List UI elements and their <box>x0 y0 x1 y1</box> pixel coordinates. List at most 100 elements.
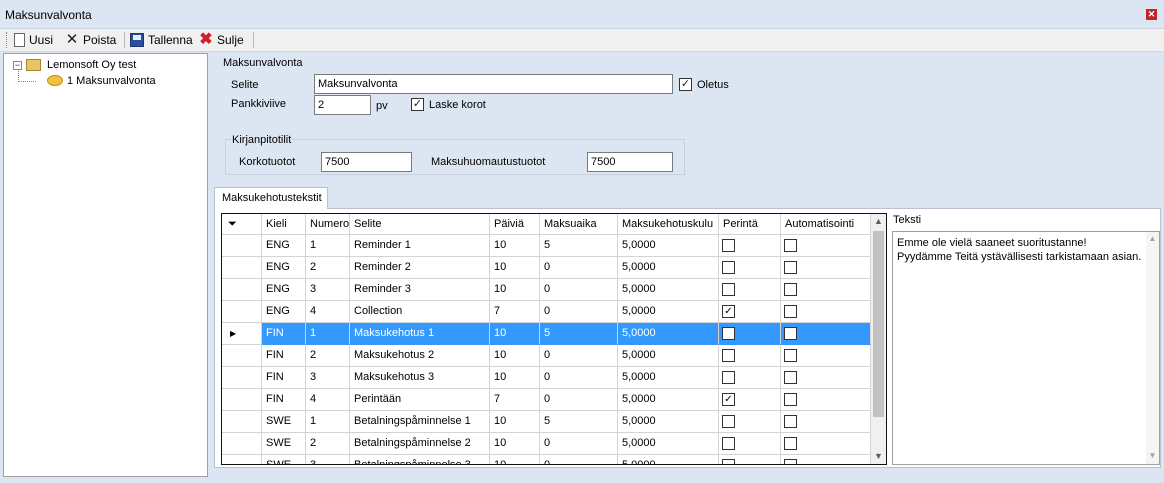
delete-button[interactable]: ✕ Poista <box>65 32 117 48</box>
auto-checkbox[interactable] <box>784 283 797 296</box>
auto-checkbox[interactable] <box>784 393 797 406</box>
column-header-selite[interactable]: Selite <box>350 214 490 235</box>
grid-vertical-scrollbar[interactable]: ▲ ▼ <box>871 214 886 464</box>
table-cell-selite: Reminder 1 <box>350 235 490 257</box>
column-header-paivia[interactable]: Päiviä <box>490 214 540 235</box>
table-cell-kieli: SWE <box>262 455 306 464</box>
auto-checkbox[interactable] <box>784 239 797 252</box>
table-cell-perinta: ✓ <box>719 389 781 411</box>
row-header[interactable]: ▶ <box>222 323 262 345</box>
grid-select-all-header[interactable]: ⏷ <box>222 214 262 235</box>
perinta-checkbox[interactable] <box>722 327 735 340</box>
table-cell-kulu: 5,0000 <box>618 257 719 279</box>
tab-maksukehotustekstit[interactable]: Maksukehotustekstit <box>214 187 328 209</box>
save-button[interactable]: Tallenna <box>130 32 193 48</box>
table-cell-numero: 2 <box>306 433 350 455</box>
table-cell-kieli: ENG <box>262 257 306 279</box>
toolbar-grip[interactable] <box>6 32 9 48</box>
column-header-kulu[interactable]: Maksukehotuskulu <box>618 214 719 235</box>
row-header[interactable] <box>222 257 262 279</box>
pankkiviive-label: Pankkiviive <box>231 98 287 110</box>
coin-icon <box>47 75 63 86</box>
scroll-thumb[interactable] <box>873 231 884 417</box>
company-tree[interactable]: − Lemonsoft Oy test 1 Maksunvalvonta <box>3 53 208 477</box>
auto-checkbox[interactable] <box>784 437 797 450</box>
table-cell-numero: 2 <box>306 257 350 279</box>
auto-checkbox[interactable] <box>784 261 797 274</box>
tree-child-item[interactable]: 1 Maksunvalvonta <box>67 75 156 87</box>
perinta-checkbox[interactable]: ✓ <box>722 305 735 318</box>
row-header[interactable] <box>222 301 262 323</box>
auto-checkbox[interactable] <box>784 327 797 340</box>
toolbar: Uusi ✕ Poista Tallenna ✖ Sulje <box>0 29 1164 52</box>
table-cell-numero: 1 <box>306 235 350 257</box>
perinta-checkbox[interactable] <box>722 459 735 464</box>
row-header[interactable] <box>222 279 262 301</box>
table-cell-kieli: FIN <box>262 345 306 367</box>
pankkiviive-input[interactable]: 2 <box>314 95 371 115</box>
table-cell-paivia: 7 <box>490 301 540 323</box>
table-cell-selite: Perintään <box>350 389 490 411</box>
table-cell-auto <box>781 323 871 345</box>
auto-checkbox[interactable] <box>784 371 797 384</box>
table-cell-auto <box>781 411 871 433</box>
table-cell-maksuaika: 0 <box>540 367 618 389</box>
perinta-checkbox[interactable]: ✓ <box>722 393 735 406</box>
table-cell-kulu: 5,0000 <box>618 301 719 323</box>
table-cell-kieli: ENG <box>262 279 306 301</box>
column-header-maksuaika[interactable]: Maksuaika <box>540 214 618 235</box>
tree-root-item[interactable]: Lemonsoft Oy test <box>47 59 136 71</box>
auto-checkbox[interactable] <box>784 459 797 464</box>
laske-korot-checkbox[interactable]: ✓ <box>411 98 424 111</box>
table-cell-auto <box>781 345 871 367</box>
perinta-checkbox[interactable] <box>722 349 735 362</box>
perinta-checkbox[interactable] <box>722 371 735 384</box>
teksti-scrollbar[interactable]: ▲ ▼ <box>1146 232 1159 464</box>
scroll-down-icon[interactable]: ▼ <box>871 449 886 464</box>
pv-label: pv <box>376 100 388 112</box>
column-header-numero[interactable]: Numero <box>306 214 350 235</box>
selite-input[interactable]: Maksunvalvonta <box>314 74 673 94</box>
row-header[interactable] <box>222 433 262 455</box>
row-header[interactable] <box>222 235 262 257</box>
row-header[interactable] <box>222 345 262 367</box>
row-header[interactable] <box>222 367 262 389</box>
table-cell-maksuaika: 0 <box>540 455 618 464</box>
table-cell-selite: Betalningspåminnelse 1 <box>350 411 490 433</box>
table-cell-maksuaika: 0 <box>540 301 618 323</box>
new-button[interactable]: Uusi <box>14 32 53 48</box>
perinta-checkbox[interactable] <box>722 261 735 274</box>
maksuhuomautustuotot-input[interactable]: 7500 <box>587 152 673 172</box>
perinta-checkbox[interactable] <box>722 283 735 296</box>
table-cell-auto <box>781 257 871 279</box>
close-button[interactable]: ✖ Sulje <box>199 32 244 48</box>
perinta-checkbox[interactable] <box>722 415 735 428</box>
scroll-up-icon[interactable]: ▲ <box>871 214 886 229</box>
scroll-down-icon[interactable]: ▼ <box>1146 451 1159 460</box>
table-cell-kieli: SWE <box>262 411 306 433</box>
oletus-checkbox[interactable]: ✓ <box>679 78 692 91</box>
auto-checkbox[interactable] <box>784 305 797 318</box>
perinta-checkbox[interactable] <box>722 437 735 450</box>
reminder-texts-grid[interactable]: ⏷ Kieli Numero Selite Päiviä Maksuaika Maksuke… <box>221 213 887 465</box>
table-cell-kieli: FIN <box>262 323 306 345</box>
table-cell-maksuaika: 5 <box>540 323 618 345</box>
column-header-kieli[interactable]: Kieli <box>262 214 306 235</box>
column-header-auto[interactable]: Automatisointi <box>781 214 871 235</box>
close-button-label: Sulje <box>217 33 244 47</box>
row-header[interactable] <box>222 389 262 411</box>
perinta-checkbox[interactable] <box>722 239 735 252</box>
auto-checkbox[interactable] <box>784 349 797 362</box>
teksti-textarea[interactable]: Emme ole vielä saaneet suoritustanne! Py… <box>892 231 1160 465</box>
auto-checkbox[interactable] <box>784 415 797 428</box>
row-header[interactable] <box>222 411 262 433</box>
scroll-up-icon[interactable]: ▲ <box>1146 234 1159 243</box>
table-cell-auto <box>781 279 871 301</box>
table-cell-kieli: FIN <box>262 389 306 411</box>
window-close-icon[interactable]: ✕ <box>1146 9 1157 20</box>
korkotuotot-input[interactable]: 7500 <box>321 152 412 172</box>
row-header[interactable] <box>222 455 262 464</box>
column-header-perinta[interactable]: Perintä <box>719 214 781 235</box>
korkotuotot-label: Korkotuotot <box>239 156 296 168</box>
table-cell-maksuaika: 0 <box>540 257 618 279</box>
